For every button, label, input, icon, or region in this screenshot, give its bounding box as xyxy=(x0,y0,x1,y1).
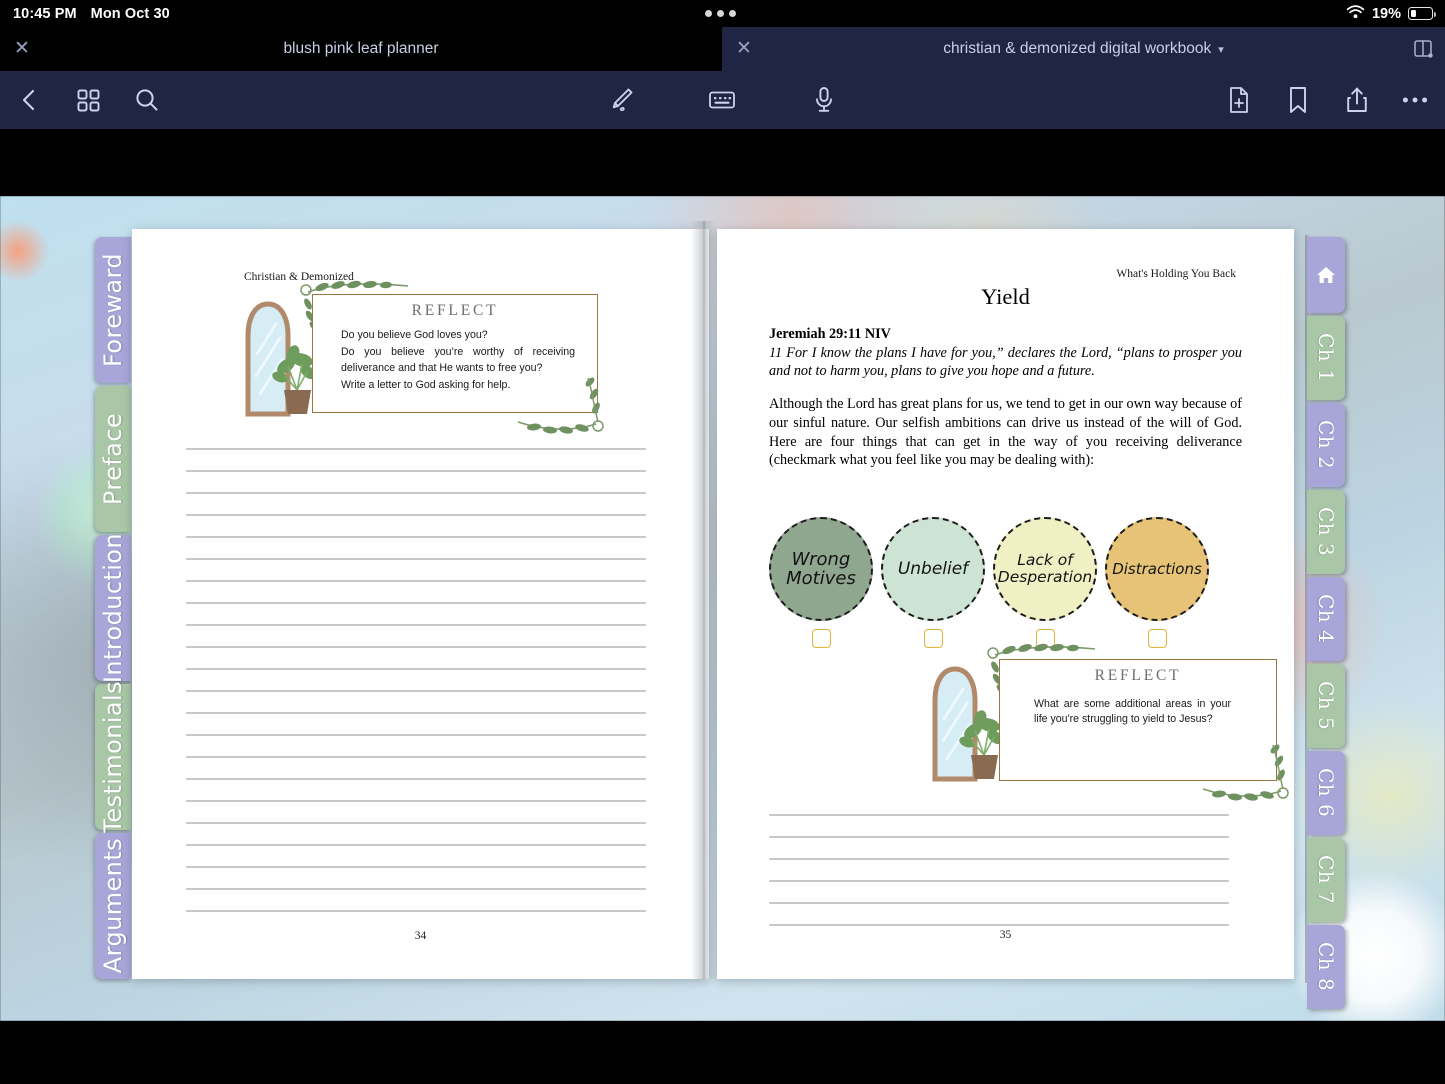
sidebar-tab-testimonials[interactable]: Testimonials xyxy=(95,681,131,833)
sidebar-tab-label: Preface xyxy=(99,412,127,506)
search-icon[interactable] xyxy=(126,79,168,121)
sidebar-tab-label: Testimonials xyxy=(99,680,127,834)
chapter-tab-label: Ch 3 xyxy=(1314,507,1338,557)
reflect-card: REFLECT What are some additional areas i… xyxy=(927,643,1289,801)
chapter-tab-label: Ch 4 xyxy=(1314,594,1338,644)
vine-decoration-icon xyxy=(1202,744,1289,801)
verse-text: 11 For I know the plans I have for you,”… xyxy=(769,344,1242,380)
writing-lines-left[interactable] xyxy=(186,448,646,912)
option-circle[interactable]: Distractions xyxy=(1105,517,1209,621)
app-root: 10:45 PM Mon Oct 30 19% ✕ blush pink lea… xyxy=(0,0,1445,1084)
chapter-tab-ch5[interactable]: Ch 5 xyxy=(1307,664,1345,748)
chapter-tabs-right: Ch 1 Ch 2 Ch 3 Ch 4 Ch 5 Ch 6 Ch 7 Ch 8 xyxy=(1307,237,1347,1012)
option-distractions[interactable]: Distractions xyxy=(1101,517,1213,648)
chevron-down-icon[interactable]: ▾ xyxy=(1218,44,1224,56)
chapter-tab-ch3[interactable]: Ch 3 xyxy=(1307,490,1345,574)
chapter-tab-ch1[interactable]: Ch 1 xyxy=(1307,316,1345,400)
chapter-tab-ch6[interactable]: Ch 6 xyxy=(1307,751,1345,835)
sidebar-tab-label: Introduction xyxy=(99,532,127,684)
back-icon[interactable] xyxy=(8,79,50,121)
option-checkbox[interactable] xyxy=(811,629,831,648)
recording-dots-icon xyxy=(705,10,736,17)
page-number-right: 35 xyxy=(999,929,1012,941)
page-left[interactable]: Christian & Demonized REFLECT Do you bel… xyxy=(132,229,709,979)
more-options-icon[interactable] xyxy=(1394,79,1436,121)
section-tabs-left: Foreward Preface Introduction Testimonia… xyxy=(95,237,135,982)
tab-label: blush pink leaf planner xyxy=(283,40,439,57)
status-right-cluster: 19% xyxy=(1346,0,1436,27)
option-checkbox[interactable] xyxy=(1147,629,1167,648)
home-icon xyxy=(1317,267,1335,283)
verse-reference: Jeremiah 29:11 NIV xyxy=(769,326,891,342)
open-book[interactable]: Foreward Preface Introduction Testimonia… xyxy=(95,221,1345,1009)
vine-decoration-icon xyxy=(517,377,604,434)
body-paragraph: Although the Lord has great plans for us… xyxy=(769,396,1242,469)
share-icon[interactable] xyxy=(1336,79,1378,121)
sidebar-tab-label: Arguments xyxy=(99,838,127,974)
chapter-tab-ch7[interactable]: Ch 7 xyxy=(1307,838,1345,922)
document-tab-inactive[interactable]: ✕ blush pink leaf planner xyxy=(0,27,722,71)
document-canvas[interactable]: Foreward Preface Introduction Testimonia… xyxy=(0,196,1445,1021)
document-tab-active[interactable]: ✕ christian & demonized digital workbook… xyxy=(722,27,1445,71)
chapter-tab-label: Ch 7 xyxy=(1314,855,1338,905)
option-wrong-motives[interactable]: Wrong Motives xyxy=(765,517,877,648)
battery-percent-label: 19% xyxy=(1371,5,1401,22)
reflect-card: REFLECT Do you believe God loves you? Do… xyxy=(240,280,604,434)
microphone-icon[interactable] xyxy=(803,79,845,121)
writing-lines-right[interactable] xyxy=(769,814,1229,926)
sidebar-tab-preface[interactable]: Preface xyxy=(95,386,131,532)
document-toolbar xyxy=(0,71,1445,129)
chapter-tab-label: Ch 5 xyxy=(1314,681,1338,731)
chapter-tab-label: Ch 2 xyxy=(1314,420,1338,470)
battery-icon xyxy=(1408,7,1436,20)
status-bar: 10:45 PM Mon Oct 30 19% xyxy=(0,0,1445,27)
tab-bar: ✕ blush pink leaf planner ✕ christian & … xyxy=(0,27,1445,71)
sidebar-tab-introduction[interactable]: Introduction xyxy=(95,532,131,684)
option-circle[interactable]: Wrong Motives xyxy=(769,517,873,621)
option-checkbox[interactable] xyxy=(923,629,943,648)
add-page-icon[interactable] xyxy=(1218,79,1260,121)
tab-label-text: christian & demonized digital workbook xyxy=(943,40,1212,57)
book-spine xyxy=(691,221,717,979)
body-text: Jeremiah 29:11 NIV 11 For I know the pla… xyxy=(769,325,1242,470)
running-head: What's Holding You Back xyxy=(1116,268,1236,280)
status-date: Mon Oct 30 xyxy=(90,5,170,22)
reflect-title: REFLECT xyxy=(1094,667,1182,684)
checkmark-options-row: Wrong Motives Unbelief Lack of Desperati… xyxy=(765,517,1213,648)
close-icon[interactable]: ✕ xyxy=(734,39,754,59)
chapter-tab-ch2[interactable]: Ch 2 xyxy=(1307,403,1345,487)
option-unbelief[interactable]: Unbelief xyxy=(877,517,989,648)
option-circle[interactable]: Lack of Desperation xyxy=(993,517,1097,621)
chapter-tab-label: Ch 6 xyxy=(1314,768,1338,818)
chapter-tab-home[interactable] xyxy=(1307,237,1345,313)
close-icon[interactable]: ✕ xyxy=(12,39,32,59)
reflect-prompt-1: Do you believe God loves you? xyxy=(341,329,488,341)
status-time: 10:45 PM xyxy=(13,5,77,22)
sidebar-tab-label: Foreward xyxy=(99,253,127,367)
bottom-bar xyxy=(0,1021,1445,1084)
pen-annotate-icon[interactable] xyxy=(600,79,642,121)
keyboard-text-icon[interactable] xyxy=(701,79,743,121)
page-number-left: 34 xyxy=(414,930,427,942)
reflect-prompt-1: What are some additional areas in your l… xyxy=(1034,698,1231,726)
sidebar-tab-arguments[interactable]: Arguments xyxy=(95,833,131,979)
tab-label: christian & demonized digital workbook ▾ xyxy=(722,40,1445,58)
sidebar-tab-foreward[interactable]: Foreward xyxy=(95,237,131,383)
chapter-tab-ch8[interactable]: Ch 8 xyxy=(1307,925,1345,1009)
page-title: Yield xyxy=(981,284,1030,309)
chapter-tab-label: Ch 8 xyxy=(1314,942,1338,992)
chapter-tab-label: Ch 1 xyxy=(1314,333,1338,383)
option-circle[interactable]: Unbelief xyxy=(881,517,985,621)
page-right[interactable]: What's Holding You Back Yield Jeremiah 2… xyxy=(717,229,1294,979)
chapter-tab-ch4[interactable]: Ch 4 xyxy=(1307,577,1345,661)
thumbnails-grid-icon[interactable] xyxy=(67,79,109,121)
wifi-icon xyxy=(1346,4,1365,23)
split-view-icon[interactable] xyxy=(1411,38,1435,60)
bookmark-icon[interactable] xyxy=(1277,79,1319,121)
reflect-title: REFLECT xyxy=(411,302,499,319)
option-lack-of-desperation[interactable]: Lack of Desperation xyxy=(989,517,1101,648)
